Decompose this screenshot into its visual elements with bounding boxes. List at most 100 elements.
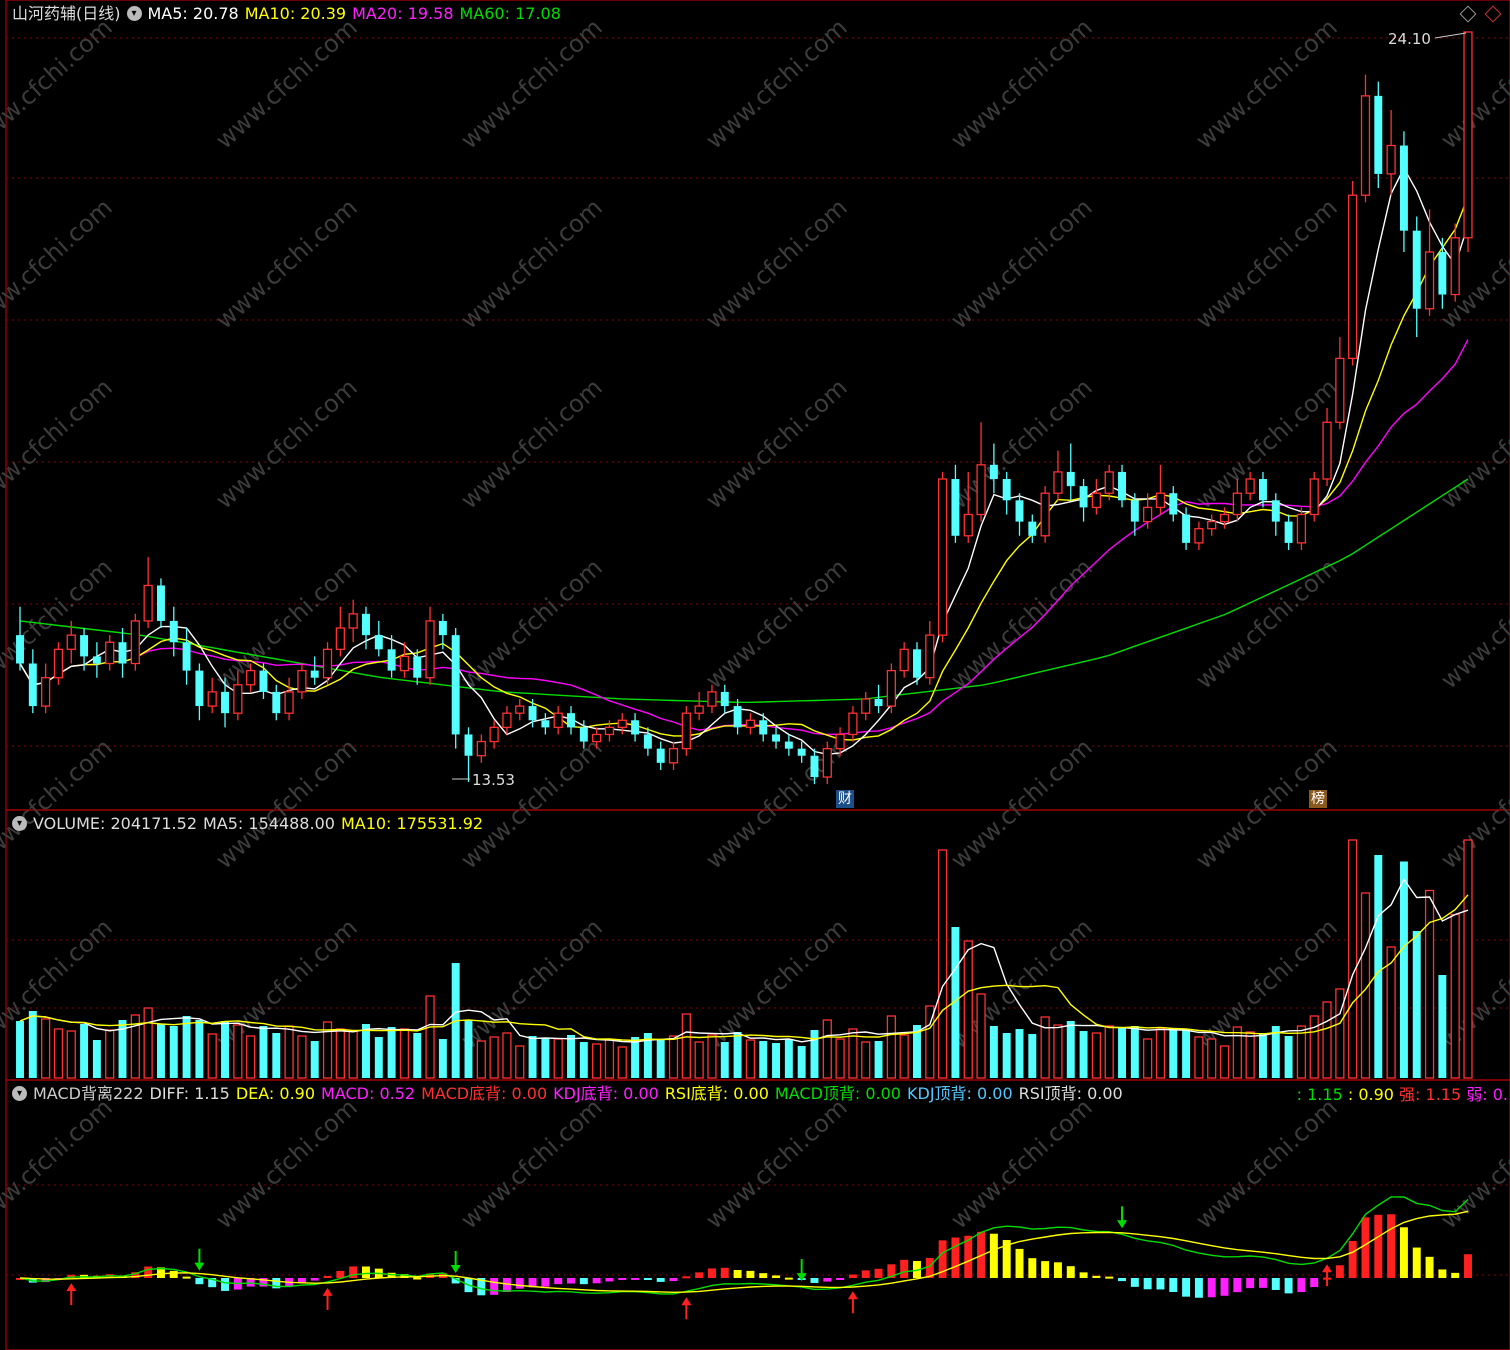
candle-body-down bbox=[528, 706, 537, 721]
volume-bar-down bbox=[733, 1032, 742, 1078]
candle-body-up bbox=[233, 684, 243, 714]
weak-label: 弱: 0. bbox=[1466, 1085, 1508, 1104]
watermark-text: www.cfchi.com bbox=[700, 1093, 852, 1234]
candle-body-up bbox=[335, 627, 345, 650]
candle-body-down bbox=[92, 656, 101, 664]
macd-bar bbox=[810, 1278, 819, 1283]
volume-bar-down bbox=[567, 1035, 575, 1078]
macd-bar bbox=[541, 1278, 550, 1287]
candle-body-up bbox=[1309, 478, 1319, 516]
macd-bar bbox=[1169, 1278, 1178, 1293]
diff-label: DIFF: 1.15 bbox=[149, 1084, 230, 1103]
volume-bar-down bbox=[784, 1039, 793, 1078]
stock-name[interactable]: 山河药辅(日线) bbox=[12, 4, 121, 23]
candle-body-up bbox=[694, 705, 704, 714]
watermark-text: www.cfchi.com bbox=[210, 373, 362, 514]
macd-bar bbox=[502, 1278, 511, 1293]
stock-chart[interactable]: www.cfchi.com www.cfchi.com www.cfchi.com w… bbox=[0, 0, 1510, 1350]
volume-bar-up bbox=[1219, 1045, 1230, 1079]
candle-body-down bbox=[1438, 251, 1447, 295]
candle-body-up bbox=[668, 748, 679, 764]
macd-bar bbox=[195, 1278, 204, 1285]
candle-body-down bbox=[1182, 514, 1191, 543]
macd-bar bbox=[1387, 1214, 1396, 1278]
candle-body-down bbox=[272, 691, 281, 714]
macd-bar bbox=[733, 1270, 742, 1278]
candle-body-up bbox=[1091, 492, 1102, 509]
macd-indicator-name[interactable]: MACD背离222 bbox=[33, 1084, 144, 1103]
right-value-2: : 0.90 bbox=[1347, 1085, 1394, 1104]
volume-bar-up bbox=[681, 1013, 691, 1079]
candle-body-up bbox=[1463, 31, 1473, 239]
macd-bar bbox=[1233, 1278, 1242, 1293]
main-header: 山河药辅(日线) ▾ MA5: 20.78 MA10: 20.39 MA20: 19.5… bbox=[12, 2, 567, 26]
candle-body-down bbox=[1412, 230, 1421, 309]
watermark-text: www.cfchi.com bbox=[1435, 553, 1510, 694]
macd-bar bbox=[1182, 1278, 1191, 1297]
volume-bar-down bbox=[656, 1040, 665, 1078]
candle-body-down bbox=[195, 670, 204, 707]
macd-bar bbox=[772, 1275, 781, 1278]
volume-header: ▾ VOLUME: 204171.52 MA5: 154488.00 MA10: 17… bbox=[12, 812, 489, 836]
volume-bar-down bbox=[374, 1037, 383, 1078]
volume-bar-down bbox=[772, 1043, 781, 1078]
watermark-text: www.cfchi.com bbox=[945, 553, 1097, 694]
down-arrow-icon bbox=[450, 1264, 461, 1273]
volume-bar-up bbox=[1104, 1025, 1114, 1079]
watermark-text: www.cfchi.com bbox=[1435, 193, 1510, 334]
volume-bar-up bbox=[246, 1035, 256, 1079]
watermark-text: www.cfchi.com bbox=[455, 373, 607, 514]
volume-bar-up bbox=[835, 1038, 845, 1079]
candle-body-down bbox=[989, 464, 998, 480]
volume-bar-down bbox=[1374, 855, 1383, 1078]
dropdown-chevron-icon[interactable]: ▾ bbox=[126, 6, 142, 21]
dropdown-chevron-icon[interactable]: ▾ bbox=[12, 816, 27, 831]
macd-bar bbox=[1156, 1278, 1165, 1290]
macd-bar bbox=[1464, 1254, 1472, 1278]
candle-body-down bbox=[772, 734, 781, 742]
macd-bar bbox=[1425, 1256, 1434, 1278]
watermark-text: www.cfchi.com bbox=[0, 1093, 118, 1234]
volume-bar-down bbox=[221, 1021, 229, 1078]
volume-bar-down bbox=[1002, 1033, 1011, 1078]
candle-body-up bbox=[1360, 95, 1371, 196]
candle-body-down bbox=[1118, 471, 1126, 501]
candle-body-up bbox=[937, 478, 948, 636]
macd-bar bbox=[1092, 1275, 1101, 1278]
ranking-tag[interactable]: 榜 bbox=[1309, 790, 1327, 808]
macd-bar bbox=[707, 1268, 716, 1278]
candle-body-down bbox=[656, 748, 665, 763]
watermark-text: www.cfchi.com bbox=[945, 1093, 1097, 1234]
finance-tag[interactable]: 财 bbox=[836, 790, 854, 808]
macd-bar bbox=[182, 1276, 191, 1279]
macd-bar bbox=[618, 1278, 627, 1280]
candle-body-up bbox=[899, 648, 909, 672]
candle-body-down bbox=[643, 734, 652, 749]
watermark-text: www.cfchi.com bbox=[1190, 193, 1342, 334]
watermark-text: www.cfchi.com bbox=[700, 193, 852, 334]
candle-body-up bbox=[1348, 194, 1358, 360]
volume-bar-up bbox=[1322, 1001, 1332, 1079]
macd-bar bbox=[1194, 1278, 1203, 1298]
macd-bar bbox=[1348, 1240, 1357, 1278]
dropdown-chevron-icon[interactable]: ▾ bbox=[12, 1086, 27, 1101]
candle-body-up bbox=[553, 712, 563, 729]
candle-body-down bbox=[362, 613, 370, 636]
candle-body-down bbox=[1399, 145, 1408, 231]
watermark-text: www.cfchi.com bbox=[1435, 1093, 1510, 1234]
candle-body-down bbox=[567, 713, 575, 728]
divergence-arrows bbox=[66, 1206, 1333, 1320]
candle-body-down bbox=[579, 727, 588, 742]
volume-bar-down bbox=[1015, 1029, 1024, 1078]
candle-body-up bbox=[207, 691, 217, 707]
candle-body-up bbox=[681, 712, 691, 750]
candle-body-up bbox=[1424, 251, 1435, 310]
candle-body-down bbox=[733, 706, 742, 728]
volume-bar-up bbox=[1143, 1038, 1153, 1079]
candle-body-up bbox=[1143, 506, 1153, 523]
candle-body-up bbox=[41, 677, 51, 707]
up-arrow-icon bbox=[1322, 1264, 1333, 1273]
macd-bar bbox=[323, 1276, 332, 1279]
candle-body-down bbox=[451, 635, 460, 735]
high-pointer bbox=[1434, 32, 1467, 39]
